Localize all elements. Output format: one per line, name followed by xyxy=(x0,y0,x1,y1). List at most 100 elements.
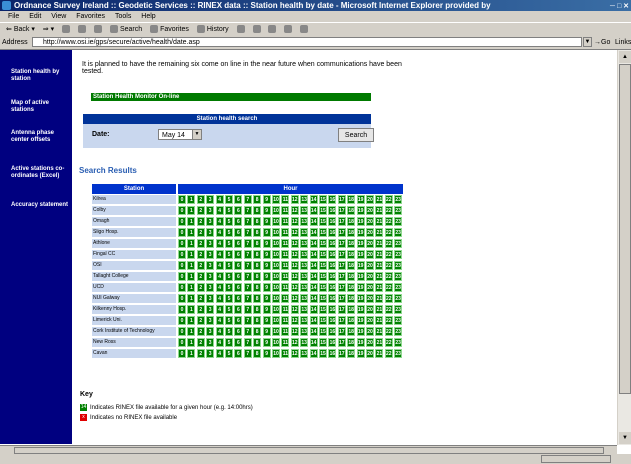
hour-cell[interactable]: 17 xyxy=(337,316,346,325)
hour-cell[interactable]: 15 xyxy=(319,283,327,292)
hour-cell[interactable]: 2 xyxy=(196,195,205,204)
hour-cell[interactable]: 15 xyxy=(319,261,327,270)
hour-cell[interactable]: 3 xyxy=(206,327,215,336)
scroll-thumb[interactable] xyxy=(619,64,631,394)
hour-cell[interactable]: 7 xyxy=(243,305,252,314)
hour-cell[interactable]: 18 xyxy=(347,217,356,226)
hour-cell[interactable]: 10 xyxy=(272,239,280,248)
hour-cell[interactable]: 12 xyxy=(290,261,299,270)
hour-cell[interactable]: 7 xyxy=(243,228,252,237)
hour-cell[interactable]: 8 xyxy=(253,338,262,347)
hour-cell[interactable]: 16 xyxy=(328,283,337,292)
hour-cell[interactable]: 13 xyxy=(300,349,309,358)
print-icon[interactable] xyxy=(252,25,261,34)
hour-cell[interactable]: 12 xyxy=(290,228,299,237)
hour-cell[interactable]: 2 xyxy=(196,283,205,292)
hour-cell[interactable]: 0 xyxy=(178,206,186,215)
hour-cell[interactable]: 22 xyxy=(384,228,393,237)
hour-cell[interactable]: 11 xyxy=(281,294,290,303)
hour-cell[interactable]: 0 xyxy=(178,261,186,270)
hour-cell[interactable]: 17 xyxy=(337,250,346,259)
hour-cell[interactable]: 11 xyxy=(281,239,290,248)
hour-cell[interactable]: 17 xyxy=(337,272,346,281)
hour-cell[interactable]: 17 xyxy=(337,195,346,204)
hour-cell[interactable]: 8 xyxy=(253,217,262,226)
hour-cell[interactable]: 22 xyxy=(384,349,393,358)
hour-cell[interactable]: 0 xyxy=(178,338,186,347)
hour-cell[interactable]: 2 xyxy=(196,349,205,358)
hour-cell[interactable]: 5 xyxy=(225,206,233,215)
hour-cell[interactable]: 16 xyxy=(328,261,337,270)
hour-cell[interactable]: 6 xyxy=(234,228,243,237)
hour-cell[interactable]: 1 xyxy=(187,250,196,259)
hour-cell[interactable]: 6 xyxy=(234,239,243,248)
hour-cell[interactable]: 3 xyxy=(206,239,215,248)
hour-cell[interactable]: 6 xyxy=(234,349,243,358)
hour-cell[interactable]: 22 xyxy=(384,250,393,259)
menu-favorites[interactable]: Favorites xyxy=(76,13,105,20)
hour-cell[interactable]: 14 xyxy=(309,338,318,347)
hour-cell[interactable]: 5 xyxy=(225,239,233,248)
hour-cell[interactable]: 14 xyxy=(309,228,318,237)
hour-cell[interactable]: 12 xyxy=(290,327,299,336)
hour-cell[interactable]: 21 xyxy=(375,283,384,292)
hour-cell[interactable]: 0 xyxy=(178,305,186,314)
hour-cell[interactable]: 18 xyxy=(347,305,356,314)
hour-cell[interactable]: 16 xyxy=(328,349,337,358)
hour-cell[interactable]: 23 xyxy=(394,327,403,336)
hour-cell[interactable]: 20 xyxy=(366,206,374,215)
mail-icon[interactable] xyxy=(236,25,245,34)
hour-cell[interactable]: 0 xyxy=(178,283,186,292)
hour-cell[interactable]: 5 xyxy=(225,272,233,281)
hour-cell[interactable]: 2 xyxy=(196,327,205,336)
hour-cell[interactable]: 1 xyxy=(187,228,196,237)
hour-cell[interactable]: 21 xyxy=(375,338,384,347)
hour-cell[interactable]: 14 xyxy=(309,283,318,292)
hour-cell[interactable]: 4 xyxy=(215,327,224,336)
hour-cell[interactable]: 7 xyxy=(243,338,252,347)
hour-cell[interactable]: 1 xyxy=(187,294,196,303)
hour-cell[interactable]: 15 xyxy=(319,206,327,215)
hour-cell[interactable]: 9 xyxy=(262,206,271,215)
hour-cell[interactable]: 22 xyxy=(384,283,393,292)
hour-cell[interactable]: 13 xyxy=(300,250,309,259)
hour-cell[interactable]: 10 xyxy=(272,349,280,358)
hour-cell[interactable]: 0 xyxy=(178,250,186,259)
hour-cell[interactable]: 13 xyxy=(300,217,309,226)
hour-cell[interactable]: 16 xyxy=(328,195,337,204)
hour-cell[interactable]: 23 xyxy=(394,217,403,226)
hour-cell[interactable]: 7 xyxy=(243,250,252,259)
hour-cell[interactable]: 9 xyxy=(262,349,271,358)
hour-cell[interactable]: 5 xyxy=(225,349,233,358)
hour-cell[interactable]: 1 xyxy=(187,239,196,248)
hour-cell[interactable]: 22 xyxy=(384,294,393,303)
hour-cell[interactable]: 19 xyxy=(356,228,365,237)
hour-cell[interactable]: 18 xyxy=(347,206,356,215)
search-button[interactable]: Search xyxy=(109,25,142,34)
back-button[interactable]: ⇐ Back ▾ xyxy=(6,26,35,33)
hour-cell[interactable]: 6 xyxy=(234,338,243,347)
hour-cell[interactable]: 18 xyxy=(347,327,356,336)
hour-cell[interactable]: 1 xyxy=(187,349,196,358)
hour-cell[interactable]: 17 xyxy=(337,283,346,292)
hour-cell[interactable]: 2 xyxy=(196,250,205,259)
hour-cell[interactable]: 18 xyxy=(347,349,356,358)
hour-cell[interactable]: 10 xyxy=(272,327,280,336)
hour-cell[interactable]: 11 xyxy=(281,305,290,314)
hour-cell[interactable]: 8 xyxy=(253,228,262,237)
hour-cell[interactable]: 4 xyxy=(215,272,224,281)
hour-cell[interactable]: 12 xyxy=(290,217,299,226)
hour-cell[interactable]: 20 xyxy=(366,305,374,314)
refresh-icon[interactable] xyxy=(78,25,87,34)
hour-cell[interactable]: 8 xyxy=(253,250,262,259)
hour-cell[interactable]: 15 xyxy=(319,294,327,303)
hour-cell[interactable]: 15 xyxy=(319,305,327,314)
hour-cell[interactable]: 2 xyxy=(196,338,205,347)
hour-cell[interactable]: 13 xyxy=(300,206,309,215)
hour-cell[interactable]: 11 xyxy=(281,228,290,237)
hour-cell[interactable]: 23 xyxy=(394,294,403,303)
hour-cell[interactable]: 17 xyxy=(337,294,346,303)
scroll-up-icon[interactable]: ▲ xyxy=(619,51,631,63)
chevron-down-icon[interactable]: ▼ xyxy=(192,130,201,139)
hour-cell[interactable]: 22 xyxy=(384,327,393,336)
